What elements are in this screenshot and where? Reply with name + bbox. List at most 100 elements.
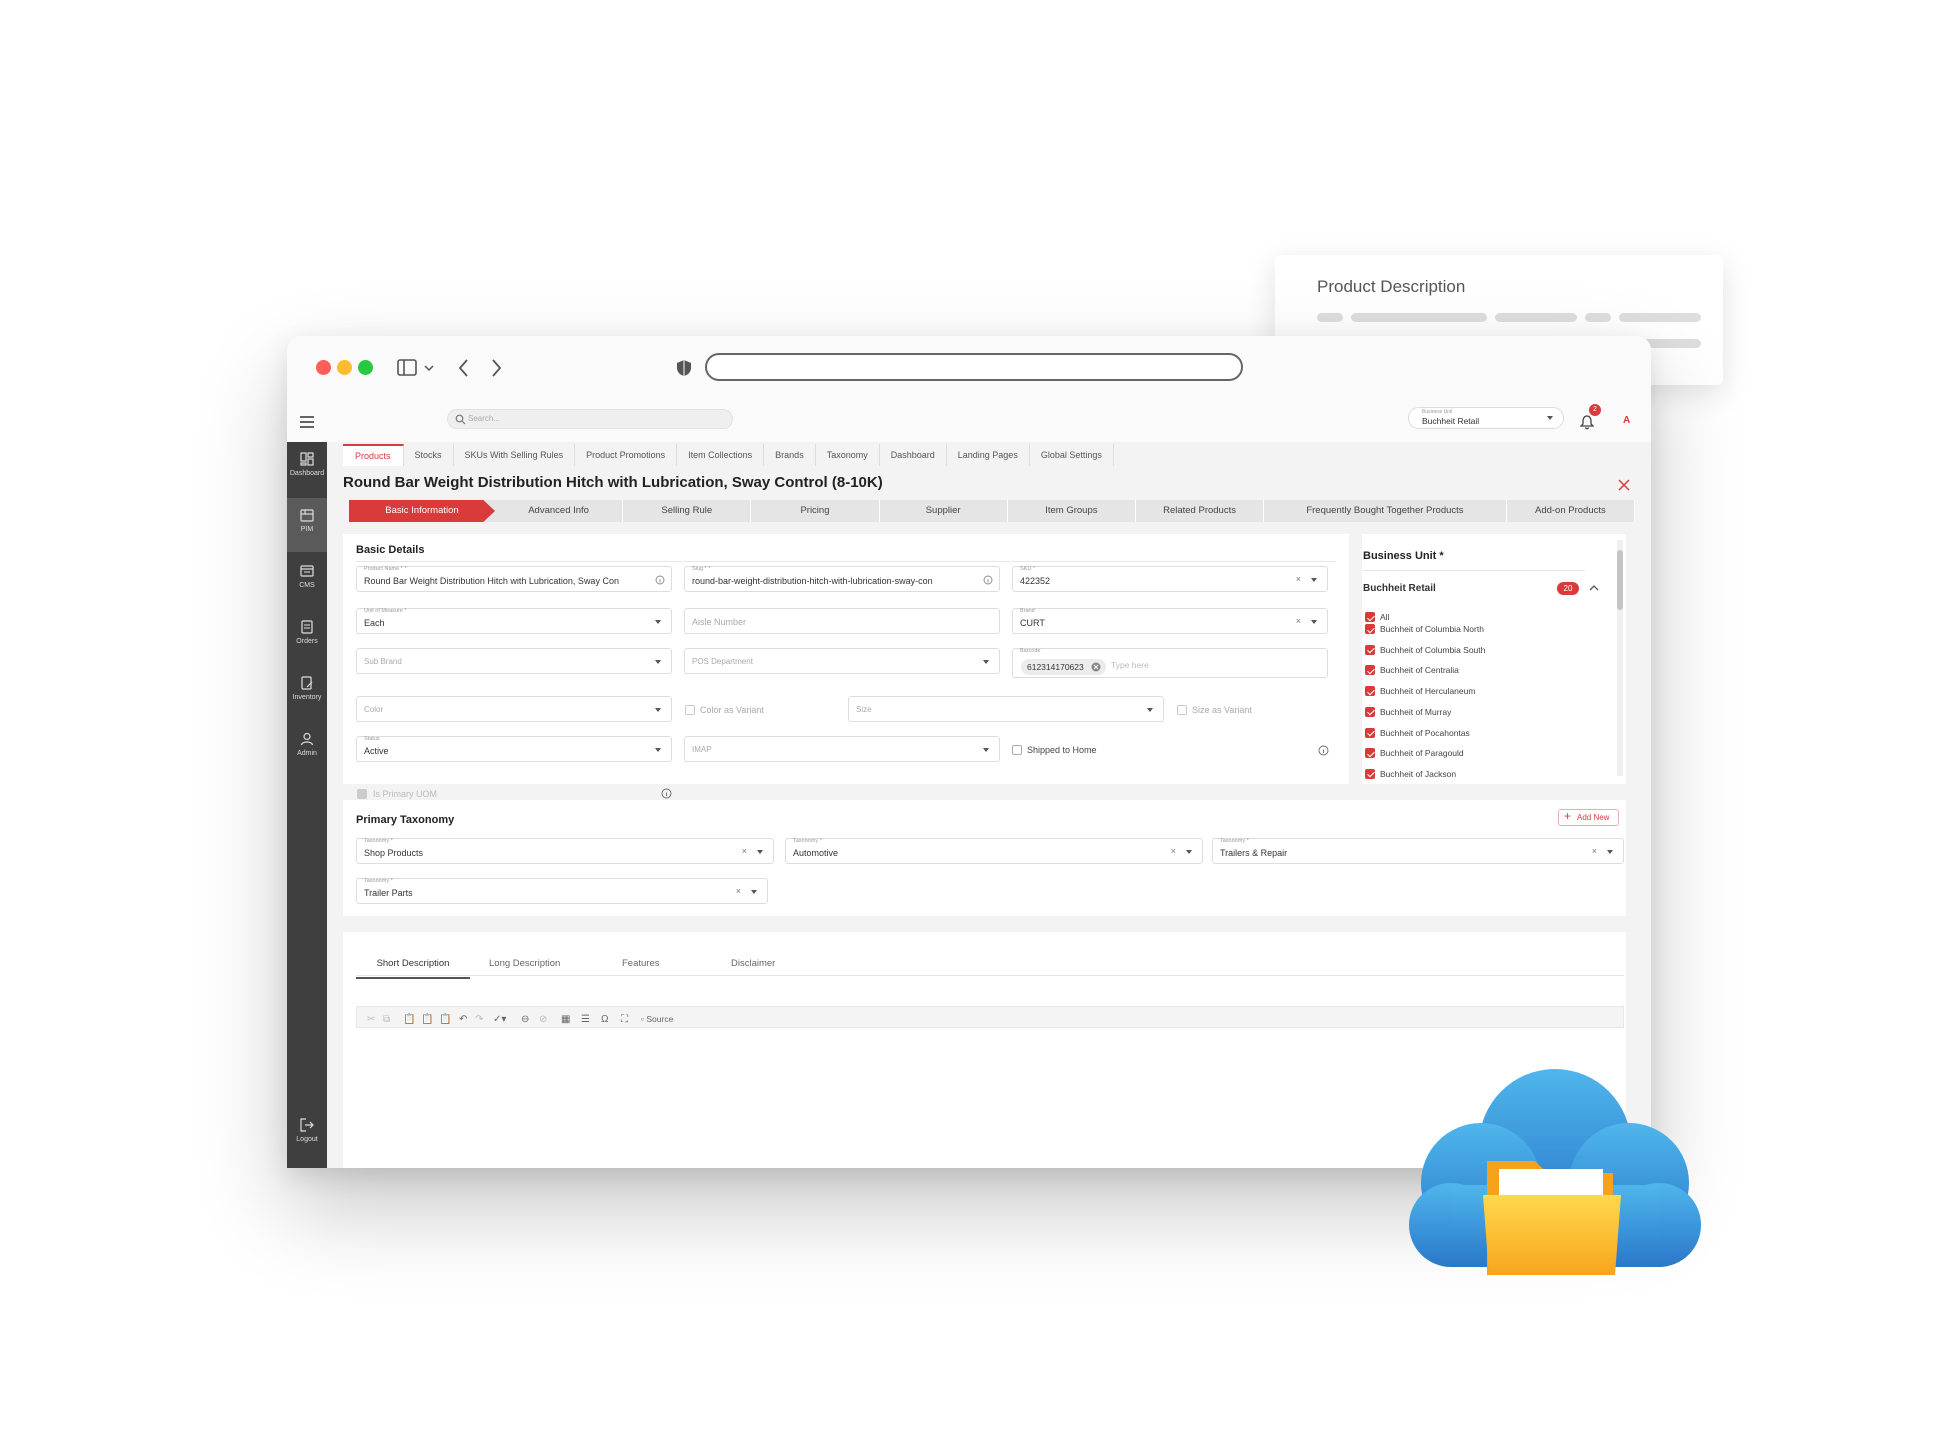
logout-button[interactable]: Logout — [287, 1108, 327, 1162]
clear-icon[interactable]: × — [1592, 846, 1597, 856]
business-unit-checkbox[interactable] — [1365, 665, 1375, 676]
tab-products[interactable]: Products — [343, 444, 404, 466]
business-unit-checkbox[interactable] — [1365, 686, 1375, 697]
link-icon[interactable]: ⊖ — [521, 1014, 529, 1025]
redo-icon[interactable]: ↷ — [475, 1014, 483, 1025]
paste-text-icon[interactable]: 📋 — [421, 1014, 433, 1025]
taxonomy-select-4[interactable]: Taxonomy * Trailer Parts × — [356, 878, 768, 904]
table-icon[interactable]: ▦ — [561, 1014, 570, 1025]
sku-field[interactable]: SKU * 422352 × — [1012, 566, 1328, 592]
chevron-up-icon[interactable] — [1589, 584, 1599, 592]
business-unit-checkbox[interactable] — [1365, 706, 1375, 717]
clear-icon[interactable]: × — [1171, 846, 1176, 856]
tab-features[interactable]: Features — [622, 958, 660, 969]
special-char-icon[interactable]: Ω — [601, 1014, 608, 1025]
tab-global-settings[interactable]: Global Settings — [1030, 444, 1114, 466]
maximize-window-button[interactable] — [358, 360, 373, 375]
business-unit-checkbox[interactable] — [1365, 727, 1375, 738]
aisle-number-input[interactable]: Aisle Number — [684, 608, 1000, 634]
color-as-variant-checkbox[interactable] — [685, 705, 695, 715]
unit-of-measure-select[interactable]: Unit of Measure * Each — [356, 608, 672, 634]
scrollbar[interactable] — [1617, 540, 1623, 776]
tab-disclaimer[interactable]: Disclaimer — [731, 958, 775, 969]
taxonomy-select-2[interactable]: Taxonomy * Automotive × — [785, 838, 1203, 864]
step-advanced-info[interactable]: Advanced Info — [495, 500, 624, 522]
unlink-icon[interactable]: ⊘ — [539, 1014, 547, 1025]
tab-brands[interactable]: Brands — [764, 444, 816, 466]
shipped-to-home-checkbox[interactable] — [1012, 745, 1022, 755]
step-item-groups[interactable]: Item Groups — [1008, 500, 1136, 522]
business-unit-checkbox[interactable] — [1365, 612, 1375, 622]
maximize-icon[interactable]: ⛶ — [621, 1014, 628, 1025]
tab-product-promotions[interactable]: Product Promotions — [575, 444, 678, 466]
paste-icon[interactable]: 📋 — [403, 1014, 415, 1025]
sidebar-item-dashboard[interactable]: Dashboard — [287, 442, 327, 496]
search-input[interactable]: Search... — [447, 409, 733, 429]
status-select[interactable]: Status Active — [356, 736, 672, 762]
cut-icon[interactable]: ✂ — [367, 1014, 375, 1025]
tab-dashboard[interactable]: Dashboard — [880, 444, 947, 466]
info-icon[interactable] — [1318, 745, 1329, 756]
step-pricing[interactable]: Pricing — [751, 500, 880, 522]
step-basic-information[interactable]: Basic Information — [349, 500, 495, 522]
size-select[interactable]: Size — [848, 696, 1164, 722]
color-select[interactable]: Color — [356, 696, 672, 722]
sub-brand-select[interactable]: Sub Brand — [356, 648, 672, 674]
clear-icon[interactable]: × — [1296, 574, 1301, 584]
close-window-button[interactable] — [316, 360, 331, 375]
undo-icon[interactable]: ↶ — [459, 1014, 467, 1025]
back-arrow-icon[interactable] — [457, 358, 471, 378]
tab-long-description[interactable]: Long Description — [489, 958, 560, 969]
is-primary-uom-checkbox[interactable] — [357, 789, 367, 799]
step-frequently-bought-together[interactable]: Frequently Bought Together Products — [1264, 500, 1507, 522]
clear-icon[interactable]: × — [1296, 616, 1301, 626]
close-icon[interactable] — [1618, 479, 1630, 491]
brand-select[interactable]: Brand CURT × — [1012, 608, 1328, 634]
info-icon[interactable] — [661, 788, 672, 799]
avatar[interactable]: A — [1623, 415, 1630, 426]
address-bar[interactable] — [705, 353, 1243, 381]
step-supplier[interactable]: Supplier — [880, 500, 1008, 522]
business-unit-checkbox[interactable] — [1365, 748, 1375, 759]
business-unit-checkbox[interactable] — [1365, 644, 1375, 655]
sidebar-item-inventory[interactable]: Inventory — [287, 666, 327, 720]
scrollbar-thumb[interactable] — [1617, 550, 1623, 610]
copy-icon[interactable]: ⧉ — [383, 1014, 390, 1025]
remove-chip-icon[interactable] — [1091, 662, 1101, 672]
business-unit-checkbox[interactable] — [1365, 624, 1375, 634]
bell-icon[interactable] — [1580, 415, 1594, 430]
business-unit-group[interactable]: Buchheit Retail — [1363, 583, 1436, 594]
tab-stocks[interactable]: Stocks — [404, 444, 454, 466]
barcode-field[interactable]: Barcode 612314170623 Type here — [1012, 648, 1328, 678]
tab-item-collections[interactable]: Item Collections — [677, 444, 765, 466]
sidebar-item-cms[interactable]: CMS — [287, 554, 327, 608]
taxonomy-select-1[interactable]: Taxonomy * Shop Products × — [356, 838, 774, 864]
sidebar-item-admin[interactable]: Admin — [287, 722, 327, 776]
horizontal-line-icon[interactable]: ☰ — [581, 1014, 590, 1025]
taxonomy-select-3[interactable]: Taxonomy * Trailers & Repair × — [1212, 838, 1624, 864]
paste-word-icon[interactable]: 📋 — [439, 1014, 451, 1025]
barcode-chip[interactable]: 612314170623 — [1021, 659, 1106, 675]
hamburger-menu-icon[interactable] — [299, 415, 315, 429]
clear-icon[interactable]: × — [736, 886, 741, 896]
sidebar-item-pim[interactable]: PIM — [287, 498, 327, 552]
step-selling-rule[interactable]: Selling Rule — [623, 500, 752, 522]
sidebar-toggle-icon[interactable] — [397, 359, 437, 377]
source-button[interactable]: ▫ Source — [641, 1014, 673, 1024]
pos-department-select[interactable]: POS Department — [684, 648, 1000, 674]
business-unit-select[interactable]: Business Unit Buchheit Retail — [1408, 407, 1564, 429]
step-related-products[interactable]: Related Products — [1136, 500, 1265, 522]
slug-field[interactable]: Slug * * round-bar-weight-distribution-h… — [684, 566, 1000, 592]
step-add-on-products[interactable]: Add-on Products — [1507, 500, 1635, 522]
clear-icon[interactable]: × — [742, 846, 747, 856]
imap-select[interactable]: IMAP — [684, 736, 1000, 762]
tab-taxonomy[interactable]: Taxonomy — [816, 444, 880, 466]
product-name-field[interactable]: Product Name * * Round Bar Weight Distri… — [356, 566, 672, 592]
forward-arrow-icon[interactable] — [489, 358, 503, 378]
add-new-button[interactable]: + Add New — [1558, 809, 1619, 826]
size-as-variant-checkbox[interactable] — [1177, 705, 1187, 715]
sidebar-item-orders[interactable]: Orders — [287, 610, 327, 664]
minimize-window-button[interactable] — [337, 360, 352, 375]
tab-landing-pages[interactable]: Landing Pages — [947, 444, 1030, 466]
spellcheck-icon[interactable]: ✓▾ — [493, 1014, 506, 1025]
